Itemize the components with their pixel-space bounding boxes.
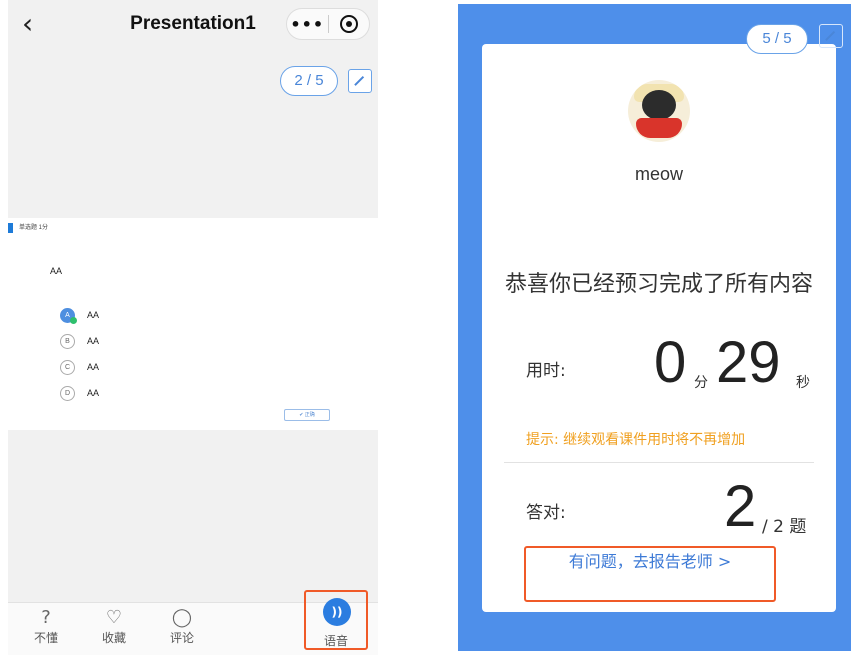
tab-favorite[interactable]: ♡ 收藏 xyxy=(86,607,142,646)
option-d-radio[interactable]: D xyxy=(60,385,75,401)
avatar-face xyxy=(642,90,676,120)
tab-label: 语音 xyxy=(323,634,348,648)
congrats-text: 恭喜你已经预习完成了所有内容 xyxy=(504,272,813,297)
expand-icon[interactable] xyxy=(348,69,372,93)
seconds-unit: 秒 xyxy=(796,375,810,391)
option-c-text: AA xyxy=(87,362,100,372)
voice-icon: )) xyxy=(323,598,351,626)
tip-text: 提示: 继续观看课件用时将不再增加 xyxy=(526,432,746,448)
tab-voice[interactable]: )) 语音 xyxy=(304,590,368,650)
correct-label: 答对: xyxy=(526,503,566,523)
question-type-marker xyxy=(8,223,13,233)
question-type-label: 单选题 1分 xyxy=(19,225,49,231)
more-icon[interactable]: ••• xyxy=(287,15,328,34)
slide-pager: 5 / 5 xyxy=(746,24,808,54)
slide-pager: 2 / 5 xyxy=(280,66,338,96)
total-questions: / 2 题 xyxy=(762,517,807,537)
time-label: 用时: xyxy=(526,361,566,381)
check-icon xyxy=(70,316,77,324)
minutes-value: 0 xyxy=(654,330,687,395)
option-b-text: AA xyxy=(87,336,100,346)
question-text: AA xyxy=(50,266,63,276)
top-bar: ‹ Presentation1 ••• xyxy=(8,0,378,48)
minutes-unit: 分 xyxy=(694,375,708,391)
avatar xyxy=(628,80,690,142)
tab-label: 评论 xyxy=(169,631,194,645)
report-teacher-button[interactable]: 有问题，去报告老师 > xyxy=(524,546,776,602)
option-c-radio[interactable]: C xyxy=(60,359,75,375)
option-b[interactable]: B AA xyxy=(60,333,99,349)
avatar-scarf xyxy=(636,118,682,138)
option-d[interactable]: D AA xyxy=(60,385,99,401)
seconds-value: 29 xyxy=(716,330,781,395)
option-a[interactable]: A AA xyxy=(60,307,100,324)
option-b-radio[interactable]: B xyxy=(60,333,75,349)
slide-content: 单选题 1分 AA A AA B AA C AA D AA ✔ 正确 xyxy=(8,218,378,430)
question-icon: ? xyxy=(41,607,51,628)
page-title: Presentation1 xyxy=(130,13,256,34)
tab-label: 收藏 xyxy=(101,631,126,645)
divider xyxy=(504,462,814,463)
option-c[interactable]: C AA xyxy=(60,359,99,375)
tab-label: 不懂 xyxy=(33,631,58,645)
record-icon xyxy=(339,15,358,33)
back-button[interactable]: ‹ xyxy=(22,10,46,38)
right-phone-screen: meow 恭喜你已经预习完成了所有内容 用时: 0 分 29 秒 提示: 继续观… xyxy=(458,4,851,651)
mini-program-capsule: ••• xyxy=(286,8,370,40)
comment-icon: ◯ xyxy=(171,607,193,628)
correct-count: 2 xyxy=(724,474,757,539)
close-button[interactable] xyxy=(328,15,369,33)
tab-comment[interactable]: ◯ 评论 xyxy=(154,607,210,646)
tab-dont-understand[interactable]: ? 不懂 xyxy=(18,607,74,646)
heart-icon: ♡ xyxy=(105,607,123,628)
option-a-radio[interactable]: A xyxy=(60,307,77,324)
option-d-text: AA xyxy=(87,388,100,398)
completion-card: meow 恭喜你已经预习完成了所有内容 用时: 0 分 29 秒 提示: 继续观… xyxy=(482,44,836,612)
correct-badge: ✔ 正确 xyxy=(284,409,330,421)
username: meow xyxy=(634,164,683,184)
option-a-text: AA xyxy=(87,310,100,320)
expand-icon[interactable] xyxy=(819,24,843,48)
left-phone-screen: ‹ Presentation1 ••• 2 / 5 单选题 1分 AA A AA… xyxy=(8,0,378,655)
